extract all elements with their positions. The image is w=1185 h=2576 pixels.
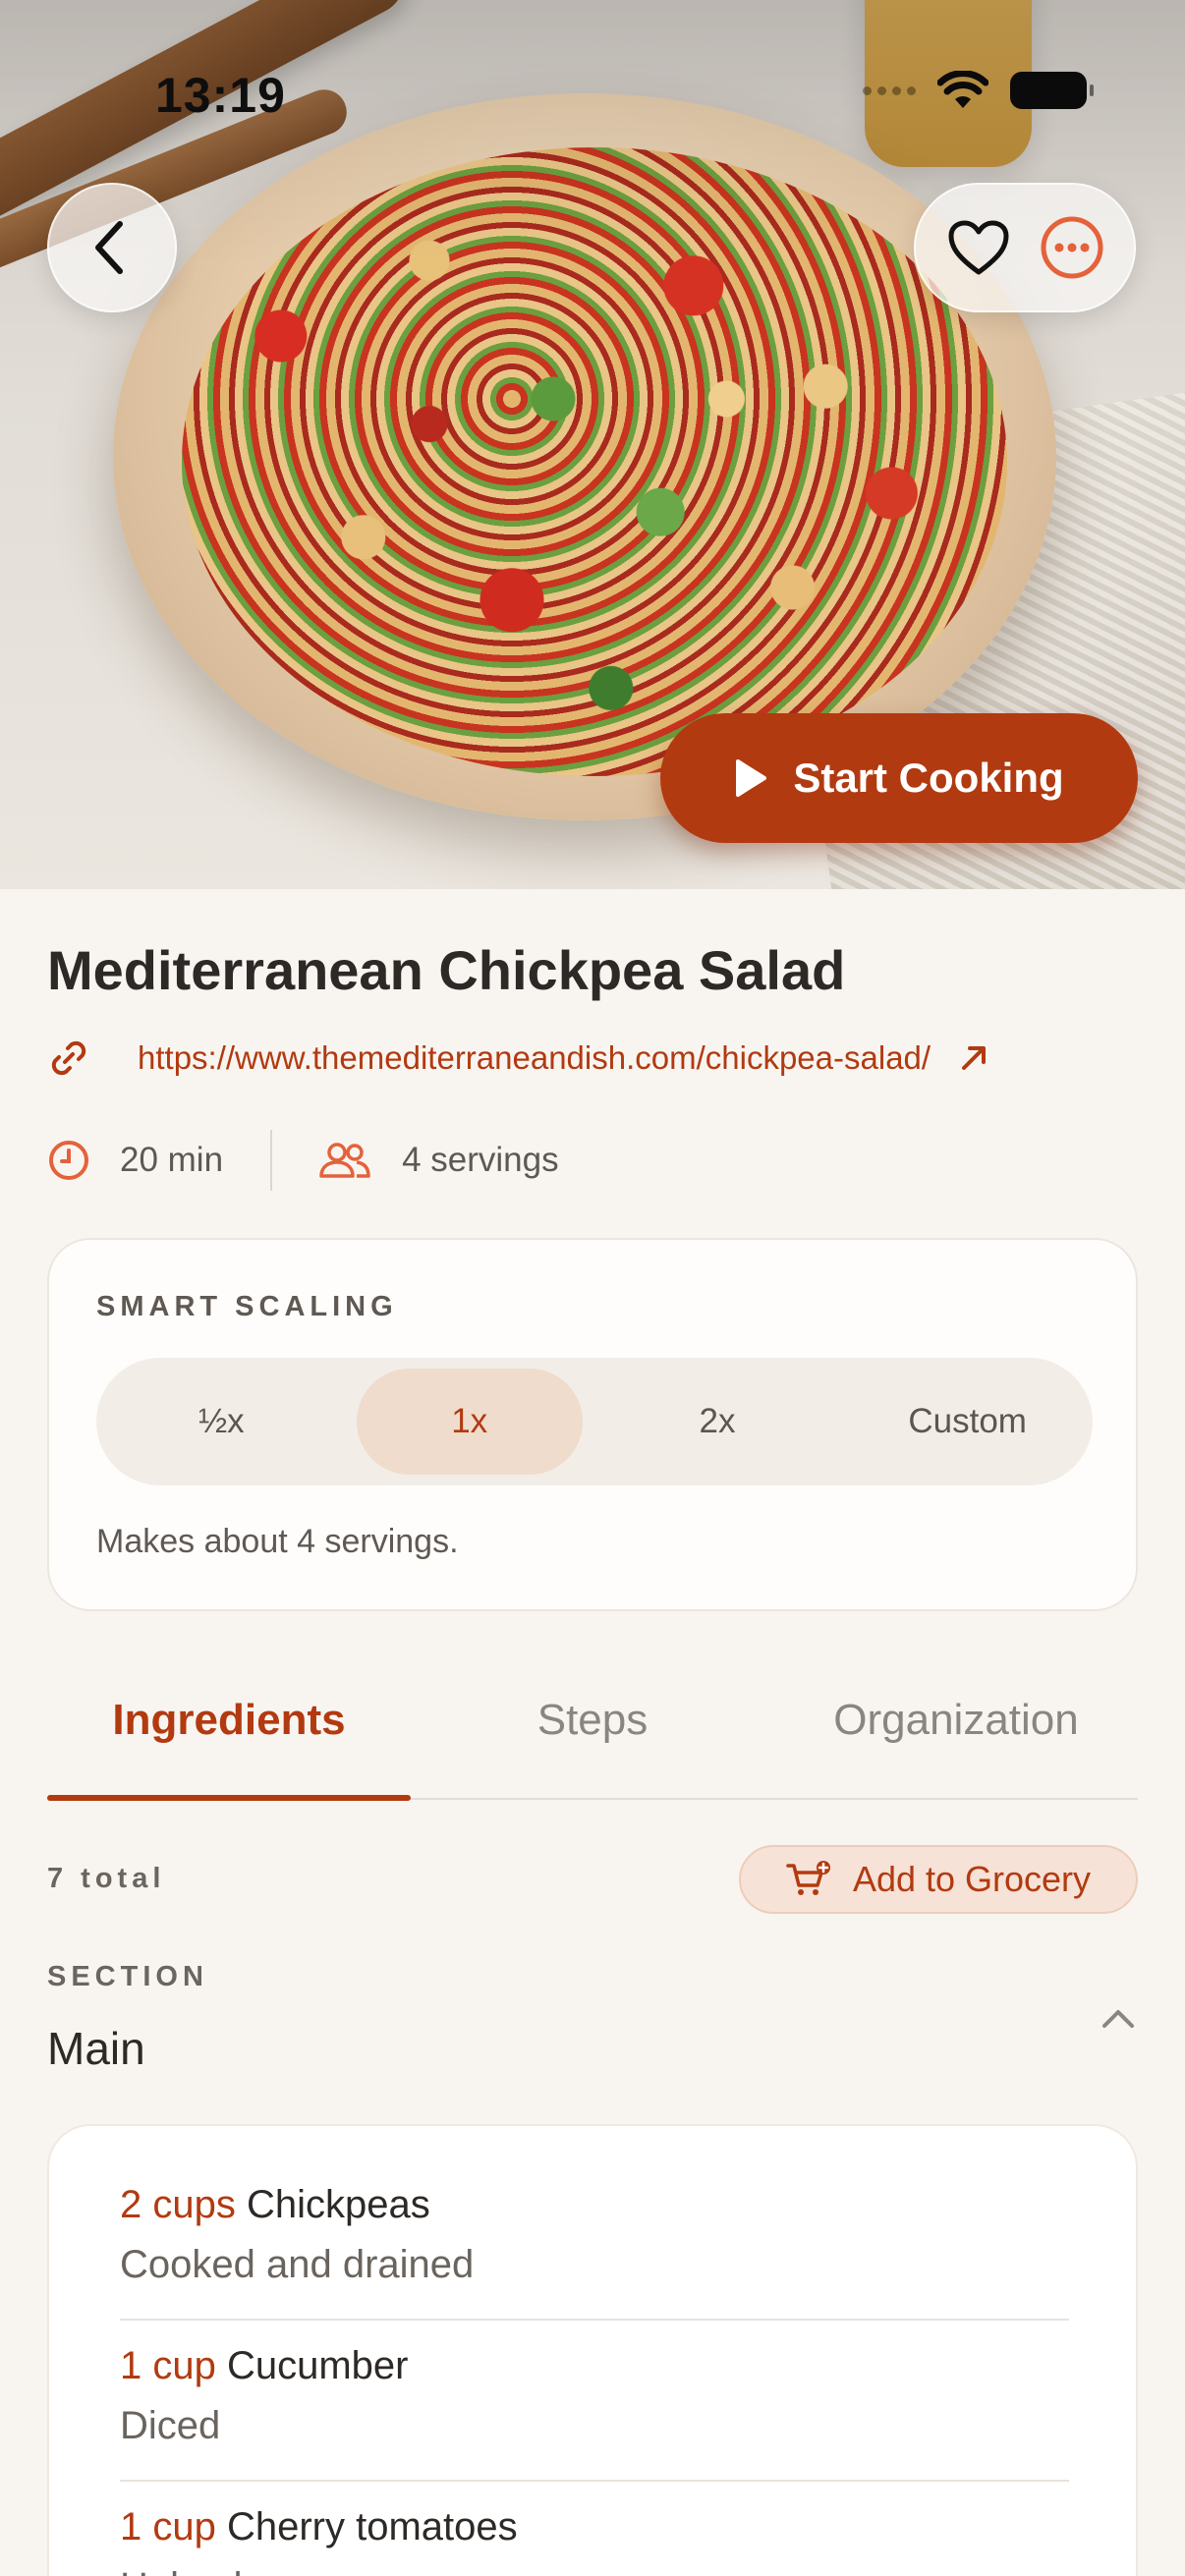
back-icon (95, 221, 123, 274)
tab-organization[interactable]: Organization (774, 1670, 1138, 1798)
header-actions (914, 183, 1136, 312)
source-url-link[interactable]: https://www.themediterraneandish.com/chi… (138, 1039, 931, 1077)
heart-icon (948, 220, 1008, 275)
scale-option-2x[interactable]: 2x (592, 1369, 843, 1475)
more-options-button[interactable] (1038, 213, 1106, 282)
signal-icon (863, 85, 916, 95)
ingredient-line: 2 cups Chickpeas (120, 2183, 1069, 2227)
ingredient-line: 1 cup Cherry tomatoes (120, 2505, 1069, 2549)
ingredient-name: Chickpeas (246, 2183, 430, 2226)
scale-option-custom[interactable]: Custom (842, 1369, 1093, 1475)
list-item[interactable]: 1 cup Cherry tomatoes Halved (120, 2505, 1069, 2576)
recipe-title: Mediterranean Chickpea Salad (47, 939, 846, 1001)
ingredient-line: 1 cup Cucumber (120, 2344, 1069, 2388)
scaling-note: Makes about 4 servings. (96, 1523, 459, 1560)
tab-ingredients[interactable]: Ingredients (47, 1670, 411, 1801)
wifi-icon (937, 71, 988, 108)
source-link-row[interactable]: https://www.themediterraneandish.com/chi… (47, 1036, 1089, 1080)
ingredient-quantity: 1 cup (120, 2505, 216, 2548)
ingredient-divider (120, 2480, 1069, 2482)
scaling-segmented-control: ½x 1x 2x Custom (96, 1358, 1093, 1485)
ingredient-prep: Cooked and drained (120, 2243, 475, 2286)
tab-steps[interactable]: Steps (411, 1670, 774, 1798)
ingredient-quantity: 1 cup (120, 2344, 216, 2387)
start-cooking-label: Start Cooking (793, 755, 1064, 801)
ingredient-divider (120, 2319, 1069, 2321)
recipe-detail-screen: 13:19 Start Cooking Mediterranean Chickp… (0, 0, 1185, 2576)
external-link-icon (962, 1046, 987, 1070)
recipe-tabs: Ingredients Steps Organization (47, 1670, 1138, 1801)
smart-scaling-card: SMART SCALING ½x 1x 2x Custom Makes abou… (47, 1238, 1138, 1611)
list-item[interactable]: 1 cup Cucumber Diced (120, 2344, 1069, 2448)
section-name: Main (47, 2023, 145, 2074)
add-to-grocery-label: Add to Grocery (852, 1859, 1092, 1899)
ingredient-name: Cherry tomatoes (226, 2505, 518, 2548)
scale-option-1x[interactable]: 1x (356, 1369, 583, 1475)
link-icon (51, 1040, 86, 1076)
ingredient-prep: Halved (120, 2565, 1069, 2576)
favorite-button[interactable] (944, 213, 1013, 282)
list-item[interactable]: 2 cups Chickpeas Cooked and drained (120, 2183, 1069, 2287)
status-indicators (863, 71, 1094, 110)
scale-option-half[interactable]: ½x (96, 1369, 347, 1475)
ingredient-prep: Diced (120, 2404, 221, 2447)
meta-divider (270, 1130, 273, 1191)
servings: 4 servings (402, 1141, 559, 1179)
smart-scaling-label: SMART SCALING (96, 1291, 398, 1322)
add-to-grocery-button[interactable]: Add to Grocery (739, 1845, 1138, 1914)
ingredient-name: Cucumber (226, 2344, 409, 2387)
chevron-up-icon[interactable] (1099, 2004, 1138, 2034)
cart-add-icon (786, 1861, 830, 1895)
clock-icon (49, 1141, 88, 1180)
cook-time: 20 min (120, 1141, 224, 1179)
ingredient-total: 7 total (47, 1863, 166, 1894)
back-button[interactable] (47, 183, 177, 312)
status-time: 13:19 (155, 68, 286, 123)
people-icon (319, 1143, 370, 1178)
play-icon (736, 759, 767, 797)
battery-icon (1010, 72, 1094, 109)
more-icon (1041, 216, 1102, 279)
ingredient-list: 2 cups Chickpeas Cooked and drained 1 cu… (47, 2124, 1138, 2576)
ingredient-quantity: 2 cups (120, 2183, 236, 2226)
start-cooking-button[interactable]: Start Cooking (660, 713, 1138, 843)
section-label: SECTION (47, 1961, 208, 1992)
recipe-meta: 20 min 4 servings (47, 1130, 559, 1191)
